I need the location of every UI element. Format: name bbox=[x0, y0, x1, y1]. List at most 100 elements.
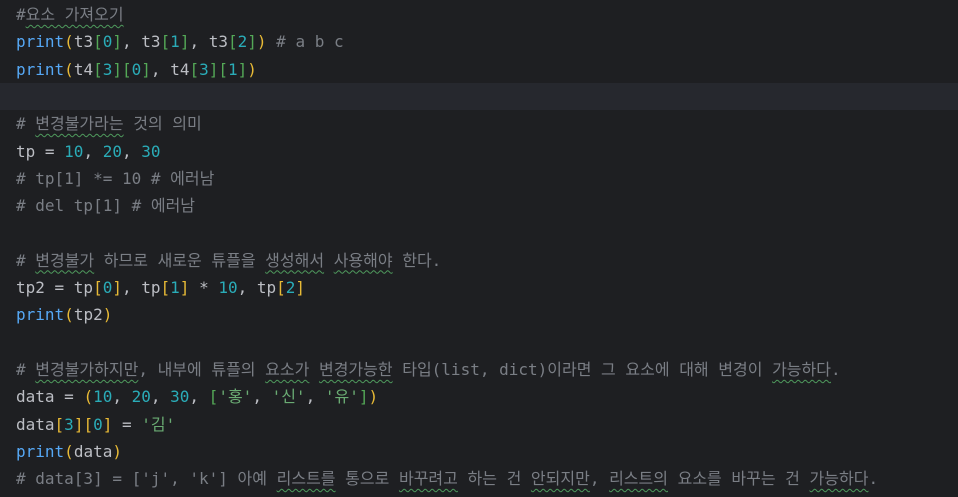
code-token: ) bbox=[247, 59, 257, 79]
code-token: # tp[1] *= 10 # 에러남 bbox=[16, 168, 215, 188]
code-line[interactable]: tp = 10, 20, 30 bbox=[0, 138, 958, 165]
code-line[interactable]: # data[3] = ['j', 'k'] 아예 리스트를 통으로 바꾸려고 … bbox=[0, 465, 958, 492]
code-token: [ bbox=[276, 278, 286, 297]
code-token: , bbox=[305, 387, 325, 407]
code-token: [ bbox=[122, 59, 132, 79]
code-token: , bbox=[189, 387, 209, 407]
code-token: [ bbox=[160, 32, 171, 52]
code-token: . bbox=[830, 359, 841, 379]
current-line[interactable] bbox=[0, 82, 958, 110]
code-token: 3 bbox=[102, 59, 113, 79]
code-token: ] bbox=[112, 32, 122, 52]
code-line[interactable]: # 변경불가 하므로 새로운 튜플을 생성해서 사용해야 한다. bbox=[0, 247, 958, 274]
code-line[interactable]: tp2 = tp[0], tp[1] * 10, tp[2] bbox=[0, 274, 958, 301]
code-token: [ bbox=[93, 59, 103, 79]
code-editor[interactable]: #요소 가져오기 print(t3[0], t3[1], t3[2]) # a b… bbox=[0, 0, 958, 497]
code-token: 하는 건 bbox=[457, 469, 531, 489]
code-token: 10 bbox=[64, 141, 84, 161]
code-token: t4 bbox=[73, 59, 94, 79]
code-token: 0 bbox=[93, 414, 103, 434]
code-token: [ bbox=[93, 32, 103, 52]
code-token: 가능하다 bbox=[772, 359, 831, 379]
code-line[interactable]: data = (10, 20, 30, ['홍', '신', '유']) bbox=[0, 383, 958, 410]
code-token: ] bbox=[179, 32, 190, 52]
code-token: , bbox=[112, 387, 132, 407]
code-token: ) bbox=[102, 305, 113, 325]
code-token: 3 bbox=[199, 59, 209, 79]
code-token: 변경가능한 bbox=[318, 359, 393, 379]
code-token: # del tp[1] # 에러남 bbox=[16, 196, 196, 216]
code-token: 1 bbox=[170, 32, 180, 52]
code-line[interactable]: print(t4[3][0], t4[3][1]) bbox=[0, 56, 958, 83]
code-token: 리스트를 bbox=[276, 469, 336, 489]
code-token: ] bbox=[112, 278, 122, 297]
code-line[interactable]: #요소 가져오기 bbox=[0, 1, 958, 28]
code-token: 요소 가져오기 bbox=[25, 5, 124, 24]
code-token: 하므로 새로운 튜플을 bbox=[94, 250, 266, 270]
code-token: ( bbox=[64, 441, 74, 461]
code-token: ) bbox=[112, 441, 122, 461]
code-token: print bbox=[16, 59, 65, 79]
code-token: # data[3] = ['j', 'k'] 아예 bbox=[16, 469, 277, 489]
code-token: 변경불가 bbox=[35, 250, 95, 270]
code-token: 리스트의 bbox=[609, 469, 668, 489]
code-token: , t3 bbox=[122, 32, 161, 52]
code-token: 변경불가라는 bbox=[35, 114, 124, 134]
code-token: '유' bbox=[324, 387, 359, 407]
code-token: [ bbox=[218, 59, 229, 79]
code-line[interactable]: print(t3[0], t3[1], t3[2]) # a b c bbox=[0, 28, 958, 55]
code-token: '김' bbox=[141, 414, 176, 434]
code-token: [ bbox=[208, 387, 219, 407]
code-token: 20 bbox=[102, 141, 122, 161]
code-line[interactable]: print(data) bbox=[0, 438, 958, 465]
code-token: 1 bbox=[170, 278, 180, 297]
code-token: # bbox=[16, 114, 36, 134]
code-token: , tp bbox=[237, 278, 277, 297]
code-token: 2 bbox=[237, 32, 248, 52]
code-token: ] bbox=[141, 59, 151, 79]
code-token: , bbox=[83, 141, 103, 161]
code-token: 바꾸려고 bbox=[398, 469, 458, 489]
code-line[interactable]: data[3][0] = '김' bbox=[0, 411, 958, 438]
code-token: ] bbox=[179, 278, 190, 297]
code-token: [ bbox=[93, 278, 103, 297]
code-token: = bbox=[112, 414, 142, 434]
code-token: 10 bbox=[93, 387, 113, 407]
code-token: ] bbox=[237, 59, 248, 79]
code-line[interactable] bbox=[0, 219, 958, 246]
code-token: ( bbox=[64, 32, 74, 52]
code-token: 생성해서 bbox=[265, 250, 325, 270]
code-token: , bbox=[150, 387, 171, 407]
code-line[interactable]: # del tp[1] # 에러남 bbox=[0, 192, 958, 219]
code-token: 타입(list, dict)이라면 그 요소에 대해 변경이 bbox=[392, 359, 773, 379]
code-token: 안되지만 bbox=[530, 469, 590, 489]
code-token: . bbox=[868, 469, 879, 489]
code-token: ( bbox=[83, 387, 94, 407]
code-token: 0 bbox=[131, 59, 142, 79]
code-line[interactable]: # 변경불가하지만, 내부에 튜플의 요소가 변경가능한 타입(list, di… bbox=[0, 356, 958, 383]
code-token: 30 bbox=[170, 387, 190, 407]
code-token: tp2 bbox=[73, 305, 103, 325]
code-token: t3 bbox=[73, 32, 94, 52]
code-token: print bbox=[16, 441, 65, 461]
code-token: # bbox=[16, 5, 26, 24]
code-line[interactable]: print(tp2) bbox=[0, 301, 958, 328]
code-token: print bbox=[16, 305, 65, 325]
code-token: , bbox=[589, 469, 610, 489]
code-token: [ bbox=[54, 414, 65, 434]
code-token: ] bbox=[247, 32, 257, 52]
code-token: [ bbox=[83, 414, 94, 434]
code-token: print bbox=[16, 32, 65, 52]
code-token: '신' bbox=[271, 387, 306, 407]
code-token: 30 bbox=[141, 141, 161, 161]
code-token: ] bbox=[73, 414, 84, 434]
code-token: 것의 의미 bbox=[123, 114, 202, 134]
code-token: * bbox=[189, 278, 219, 297]
code-line[interactable] bbox=[0, 329, 958, 356]
code-token: ] bbox=[112, 59, 122, 79]
code-token: ) bbox=[368, 387, 379, 407]
code-line[interactable]: # 변경불가라는 것의 의미 bbox=[0, 110, 958, 137]
code-token: # bbox=[16, 359, 36, 379]
code-line[interactable]: # tp[1] *= 10 # 에러남 bbox=[0, 165, 958, 192]
